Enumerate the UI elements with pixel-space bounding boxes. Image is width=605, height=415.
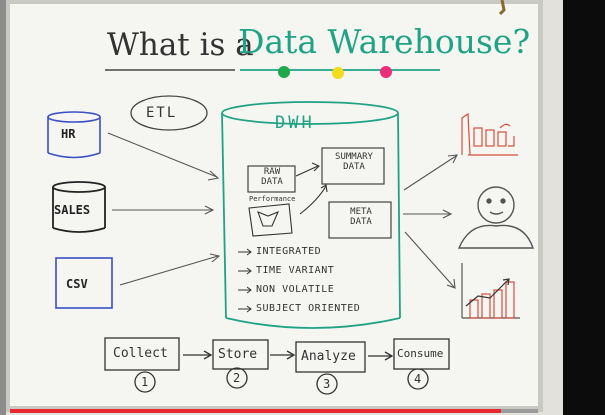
step-number-2: 2 [233, 371, 241, 385]
step-number-1: 1 [141, 375, 149, 389]
green-dot-icon [278, 66, 290, 78]
right-strip [563, 0, 605, 415]
title-prefix: What is a [107, 27, 254, 63]
pink-dot-icon [380, 66, 392, 78]
source-hr: HR [61, 127, 76, 141]
title-suffix: ? [512, 22, 531, 61]
raw-data-label: RAW DATA [261, 167, 283, 187]
dwh-label: DWH [275, 113, 315, 133]
feature-non-volatile: NON VOLATILE [256, 284, 335, 295]
yellow-dot-icon [332, 67, 344, 79]
feature-subject-oriented: SUBJECT ORIENTED [256, 303, 361, 314]
whiteboard-scene: What is a Data Warehouse? ETL DWH HR SAL… [0, 0, 605, 415]
step-collect: Collect [113, 346, 168, 361]
title-highlight-text: Data Warehouse [238, 22, 513, 61]
title-highlight: Data Warehouse? [238, 25, 530, 58]
feature-integrated: INTEGRATED [256, 246, 322, 257]
step-number-4: 4 [414, 372, 422, 386]
step-analyze: Analyze [301, 349, 356, 364]
performance-label: Performance [249, 195, 296, 203]
video-progress-fill [10, 409, 501, 413]
etl-label: ETL [146, 105, 178, 121]
step-number-3: 3 [323, 377, 331, 391]
source-sales: SALES [54, 203, 91, 217]
feature-time-variant: TIME VARIANT [256, 265, 335, 276]
source-csv: CSV [66, 277, 88, 291]
step-store: Store [218, 347, 258, 362]
summary-data-label: SUMMARY DATA [335, 152, 373, 172]
step-consume: Consume [397, 347, 444, 360]
meta-data-label: META DATA [350, 207, 372, 227]
